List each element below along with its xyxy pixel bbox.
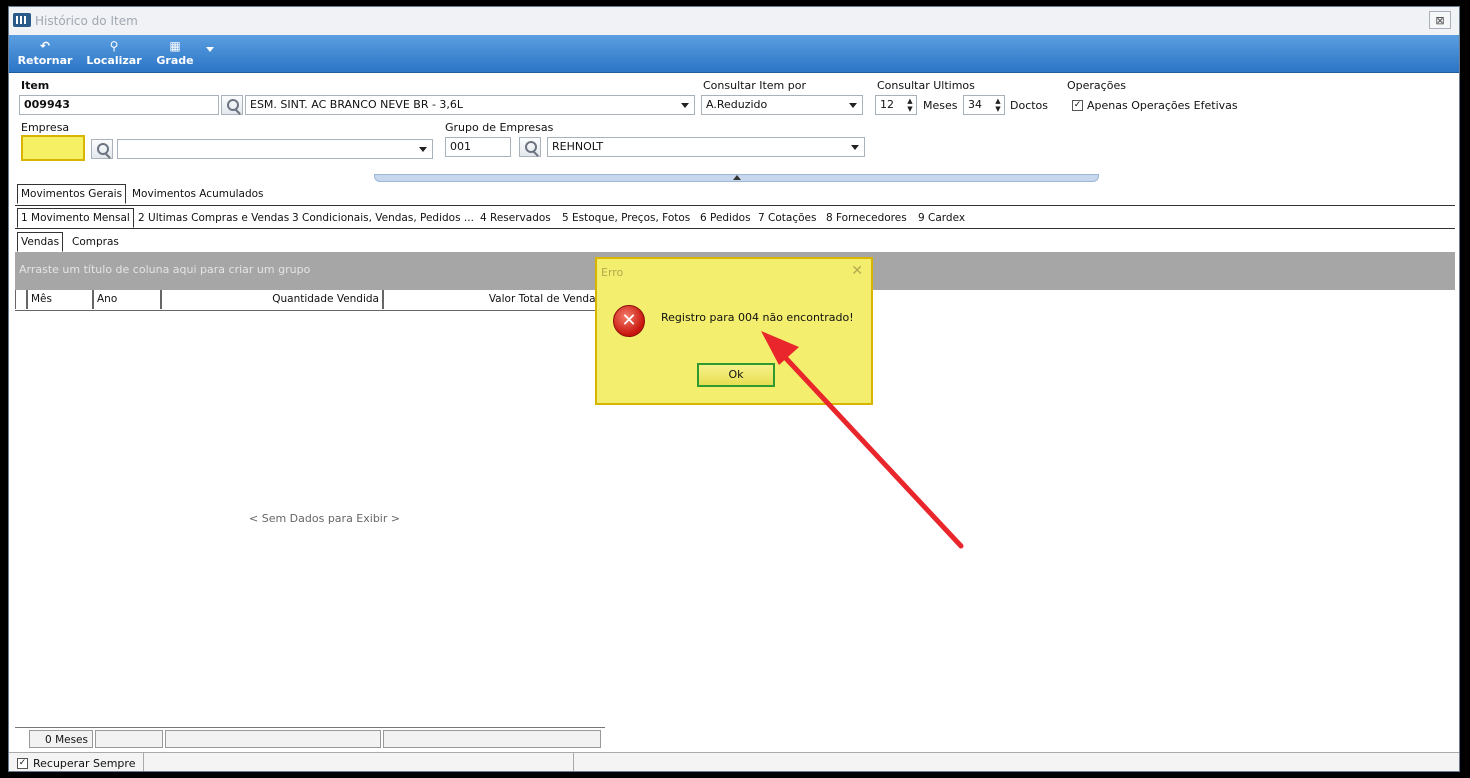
main-window: Histórico do Item ⊠ ↶ Retornar ⚲ Localiz…	[8, 6, 1460, 772]
arrow-shaft	[778, 350, 964, 549]
arrow-head-icon	[761, 331, 799, 365]
annotation-arrow	[761, 331, 964, 549]
